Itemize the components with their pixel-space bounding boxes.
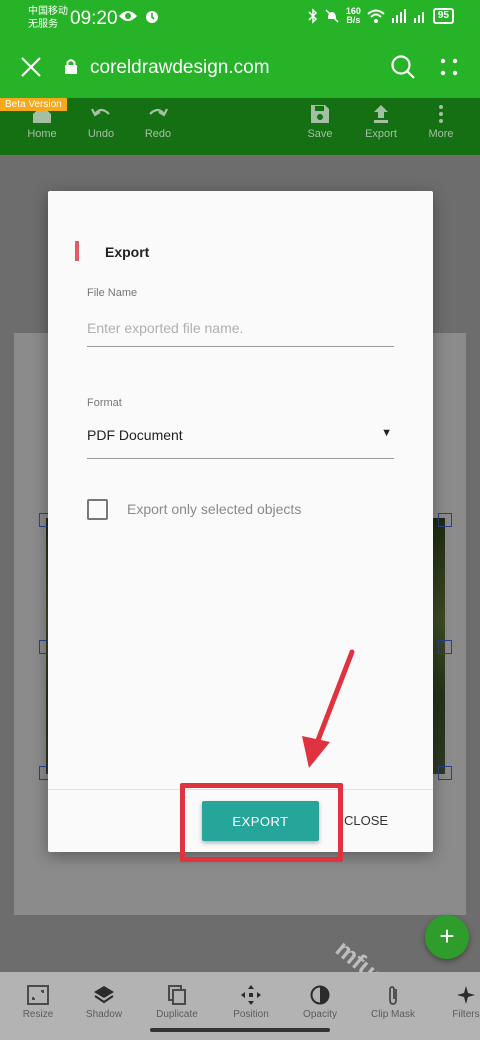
position-button[interactable]: Position — [216, 985, 286, 1020]
vertical-dots-icon — [439, 105, 443, 123]
layers-icon — [94, 986, 114, 1004]
lock-icon — [65, 59, 77, 74]
format-value: PDF Document — [87, 427, 183, 443]
network-speed: 160 B/s — [345, 6, 361, 25]
selection-handle[interactable] — [438, 513, 452, 527]
dropdown-caret-icon: ▼ — [381, 427, 392, 439]
signal-icon — [391, 9, 406, 23]
gesture-navigation-bar[interactable] — [150, 1028, 330, 1032]
search-icon[interactable] — [390, 54, 416, 80]
selection-handle[interactable] — [438, 640, 452, 654]
resize-button[interactable]: Resize — [3, 985, 73, 1020]
export-selected-checkbox[interactable] — [87, 499, 108, 520]
carrier-service: 无服务 — [28, 19, 58, 30]
undo-icon — [91, 108, 110, 117]
clip-mask-button[interactable]: Clip Mask — [358, 985, 428, 1020]
save-label: Save — [307, 128, 333, 140]
opacity-icon — [310, 985, 330, 1005]
export-toolbar-label: Export — [365, 128, 397, 140]
resize-label: Resize — [22, 1009, 54, 1020]
wifi-icon — [367, 9, 385, 23]
shadow-label: Shadow — [85, 1009, 123, 1020]
browser-bar: coreldrawdesign.com — [0, 36, 480, 98]
title-accent-bar — [75, 241, 79, 261]
save-icon — [311, 105, 329, 123]
position-label: Position — [233, 1009, 269, 1020]
undo-label: Undo — [87, 128, 115, 140]
signal-no-sim-icon — [413, 12, 424, 23]
home-label: Home — [27, 128, 57, 140]
url-text[interactable]: coreldrawdesign.com — [90, 57, 270, 79]
carrier-name: 中国移动 — [28, 6, 68, 17]
dialog-title: Export — [105, 244, 150, 260]
export-dialog: Export File Name Format PDF Document ▼ E… — [48, 191, 433, 852]
format-select[interactable]: PDF Document ▼ — [87, 417, 394, 459]
export-selected-label[interactable]: Export only selected objects — [127, 501, 301, 517]
close-button[interactable]: CLOSE — [344, 801, 388, 841]
status-time: 09:20 — [70, 8, 118, 29]
carrier-info: 中国移动 无服务 — [28, 5, 68, 31]
file-name-input[interactable] — [87, 309, 394, 347]
save-button[interactable]: Save — [290, 104, 350, 140]
add-fab-button[interactable]: + — [425, 915, 469, 959]
highlight-box — [180, 783, 343, 862]
redo-label: Redo — [144, 128, 172, 140]
redo-icon — [149, 108, 168, 117]
shadow-button[interactable]: Shadow — [69, 985, 139, 1020]
clip-mask-label: Clip Mask — [371, 1009, 415, 1020]
opacity-button[interactable]: Opacity — [285, 985, 355, 1020]
opacity-label: Opacity — [303, 1009, 337, 1020]
alarm-icon — [146, 11, 158, 23]
battery-indicator: 95 — [432, 8, 454, 24]
duplicate-button[interactable]: Duplicate — [142, 985, 212, 1020]
status-bar: 中国移动 无服务 09:20 160 B/s 95 — [0, 0, 480, 36]
export-toolbar-button[interactable]: Export — [351, 104, 411, 140]
selection-handle[interactable] — [438, 766, 452, 780]
paperclip-icon — [389, 986, 397, 1005]
move-icon — [241, 985, 261, 1005]
more-label: More — [428, 128, 454, 140]
more-options-icon[interactable] — [440, 58, 458, 76]
resize-icon — [27, 985, 49, 1005]
filters-label: Filters — [452, 1009, 480, 1020]
upload-icon — [374, 105, 388, 123]
duplicate-label: Duplicate — [156, 1009, 198, 1020]
undo-button[interactable]: Undo — [71, 104, 131, 140]
format-label: Format — [87, 397, 122, 409]
more-button[interactable]: More — [411, 104, 471, 140]
close-icon[interactable] — [20, 56, 42, 78]
file-name-label: File Name — [87, 287, 138, 299]
sparkle-icon — [457, 986, 475, 1004]
bluetooth-icon — [308, 8, 317, 24]
copy-icon — [168, 985, 186, 1005]
mute-icon — [325, 9, 339, 23]
redo-button[interactable]: Redo — [128, 104, 188, 140]
filters-button[interactable]: Filters — [431, 985, 480, 1020]
eye-icon — [119, 11, 137, 21]
app-toolbar: Home Undo Redo Save Export More — [0, 98, 480, 155]
beta-badge: Beta Version — [0, 98, 67, 111]
